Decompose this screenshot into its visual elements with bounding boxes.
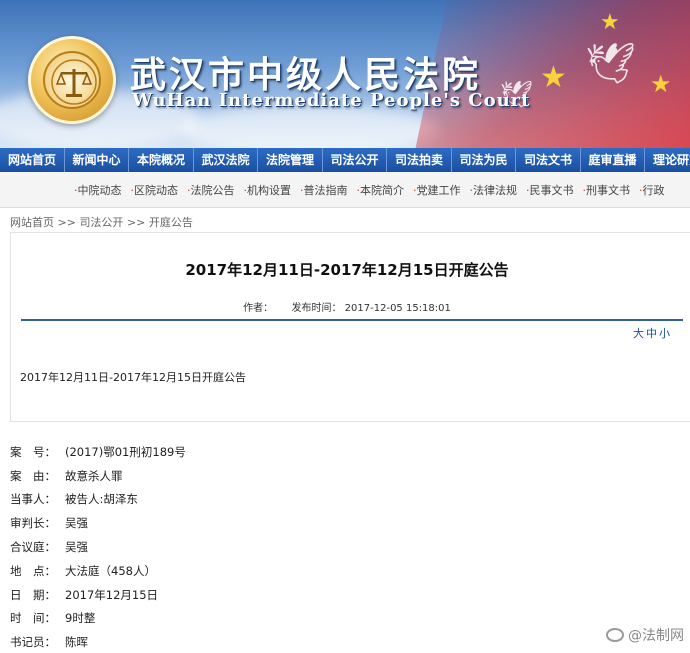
sub-nav-item[interactable]: ·党建工作 — [413, 182, 461, 198]
main-nav-item-management[interactable]: 法院管理 — [258, 148, 323, 172]
location-value: 大法庭（458人） — [65, 563, 156, 578]
font-size-large[interactable]: 大 — [633, 327, 646, 340]
sub-nav-item[interactable]: ·刑事文书 — [583, 182, 631, 198]
sub-nav-item[interactable]: ·行政 — [639, 182, 665, 198]
watermark: @法制网 — [606, 625, 684, 645]
font-size-small[interactable]: 小 — [659, 327, 672, 340]
sub-nav-item[interactable]: ·普法指南 — [300, 182, 348, 198]
main-nav-item-wuhan-courts[interactable]: 武汉法院 — [194, 148, 258, 172]
breadcrumb-home[interactable]: 网站首页 — [10, 216, 54, 229]
font-size-medium[interactable]: 中 — [646, 327, 659, 340]
presiding-judge-value: 吴强 — [65, 516, 88, 531]
font-size-switcher: 大中小 — [633, 325, 672, 341]
breadcrumb-separator: >> — [57, 216, 76, 229]
sub-nav: ·中院动态 ·区院动态 ·法院公告 ·机构设置 ·普法指南 ·本院简介 ·党建工… — [0, 172, 690, 208]
title-divider — [21, 319, 683, 321]
article-panel: 2017年12月11日-2017年12月15日开庭公告 作者： 发布时间： 20… — [10, 232, 690, 422]
case-number-row: 案 号： (2017)鄂01刑初189号 — [10, 440, 410, 464]
presiding-judge-label: 审判长： — [10, 516, 56, 531]
main-nav-item-live-trial[interactable]: 庭审直播 — [581, 148, 645, 172]
breadcrumb-section[interactable]: 司法公开 — [79, 216, 123, 229]
main-nav-item-judicial-openness[interactable]: 司法公开 — [323, 148, 387, 172]
date-value: 2017年12月15日 — [65, 587, 159, 602]
main-nav-item-research[interactable]: 理论研究 — [645, 148, 690, 172]
main-nav-item-home[interactable]: 网站首页 — [0, 148, 65, 172]
article-meta: 作者： 发布时间： 2017-12-05 15:18:01 — [11, 299, 683, 314]
panel-label: 合议庭： — [10, 540, 56, 555]
panel-row: 合议庭： 吴强 — [10, 535, 410, 559]
sub-nav-item[interactable]: ·区院动态 — [131, 182, 179, 198]
breadcrumb-current: 开庭公告 — [148, 216, 193, 229]
location-row: 地 点： 大法庭（458人） — [10, 559, 410, 583]
article-title: 2017年12月11日-2017年12月15日开庭公告 — [185, 261, 509, 279]
watermark-text: @法制网 — [628, 628, 684, 644]
weibo-icon — [606, 628, 624, 642]
main-nav-item-auction[interactable]: 司法拍卖 — [387, 148, 452, 172]
date-label: 日 期： — [10, 587, 56, 602]
date-row: 日 期： 2017年12月15日 — [10, 583, 410, 607]
time-label: 时 间： — [10, 611, 56, 626]
sub-nav-item[interactable]: ·本院简介 — [357, 182, 405, 198]
time-row: 时 间： 9时整 — [10, 607, 410, 631]
clerk-value: 陈晖 — [65, 635, 88, 650]
breadcrumb-separator: >> — [126, 216, 146, 229]
court-emblem-icon[interactable] — [28, 36, 116, 124]
scales-icon — [51, 59, 97, 105]
publish-label: 发布时间： — [291, 303, 342, 314]
panel-value: 吴强 — [65, 540, 88, 555]
sub-nav-item[interactable]: ·民事文书 — [526, 182, 574, 198]
sub-nav-item[interactable]: ·机构设置 — [244, 182, 292, 198]
author-label: 作者： — [243, 303, 274, 314]
location-label: 地 点： — [10, 563, 56, 578]
case-details: 案 号： (2017)鄂01刑初189号 案 由： 故意杀人罪 当事人： 被告人:胡泽… — [10, 440, 410, 653]
sub-nav-item[interactable]: ·法律法规 — [470, 182, 518, 198]
clerk-row: 书记员： 陈晖 — [10, 630, 410, 653]
party-label: 当事人： — [10, 492, 56, 507]
court-name-en: WuHan Intermediate People's Court — [132, 90, 531, 111]
main-nav-item-news[interactable]: 新闻中心 — [65, 148, 129, 172]
party-value: 被告人:胡泽东 — [65, 492, 138, 507]
time-value: 9时整 — [65, 611, 96, 626]
main-nav-item-service[interactable]: 司法为民 — [452, 148, 516, 172]
star-icon: ★ — [600, 10, 620, 35]
case-number-value: (2017)鄂01刑初189号 — [65, 444, 186, 459]
main-nav-item-documents[interactable]: 司法文书 — [516, 148, 581, 172]
presiding-judge-row: 审判长： 吴强 — [10, 511, 410, 535]
article-lead: 2017年12月11日-2017年12月15日开庭公告 — [20, 371, 246, 384]
main-nav-item-overview[interactable]: 本院概况 — [129, 148, 194, 172]
sub-nav-item[interactable]: ·中院动态 — [74, 182, 122, 198]
breadcrumb: 网站首页 >> 司法公开 >> 开庭公告 — [10, 214, 193, 230]
sub-nav-item[interactable]: ·法院公告 — [187, 182, 235, 198]
case-cause-label: 案 由： — [10, 468, 56, 483]
star-icon: ★ — [650, 70, 672, 98]
party-row: 当事人： 被告人:胡泽东 — [10, 488, 410, 512]
cloud-decoration — [180, 105, 440, 148]
case-cause-row: 案 由： 故意杀人罪 — [10, 464, 410, 488]
clerk-label: 书记员： — [10, 635, 56, 650]
site-banner: ★ ★ ★ 🕊 🕊 武汉市中级人民法院 WuHan Intermediate P… — [0, 0, 690, 148]
dove-icon: 🕊 — [585, 41, 636, 87]
case-number-label: 案 号： — [10, 444, 56, 459]
case-cause-value: 故意杀人罪 — [65, 468, 123, 483]
star-icon: ★ — [540, 60, 567, 95]
publish-time: 2017-12-05 15:18:01 — [344, 303, 451, 314]
main-nav: 网站首页 新闻中心 本院概况 武汉法院 法院管理 司法公开 司法拍卖 司法为民 … — [0, 148, 690, 172]
